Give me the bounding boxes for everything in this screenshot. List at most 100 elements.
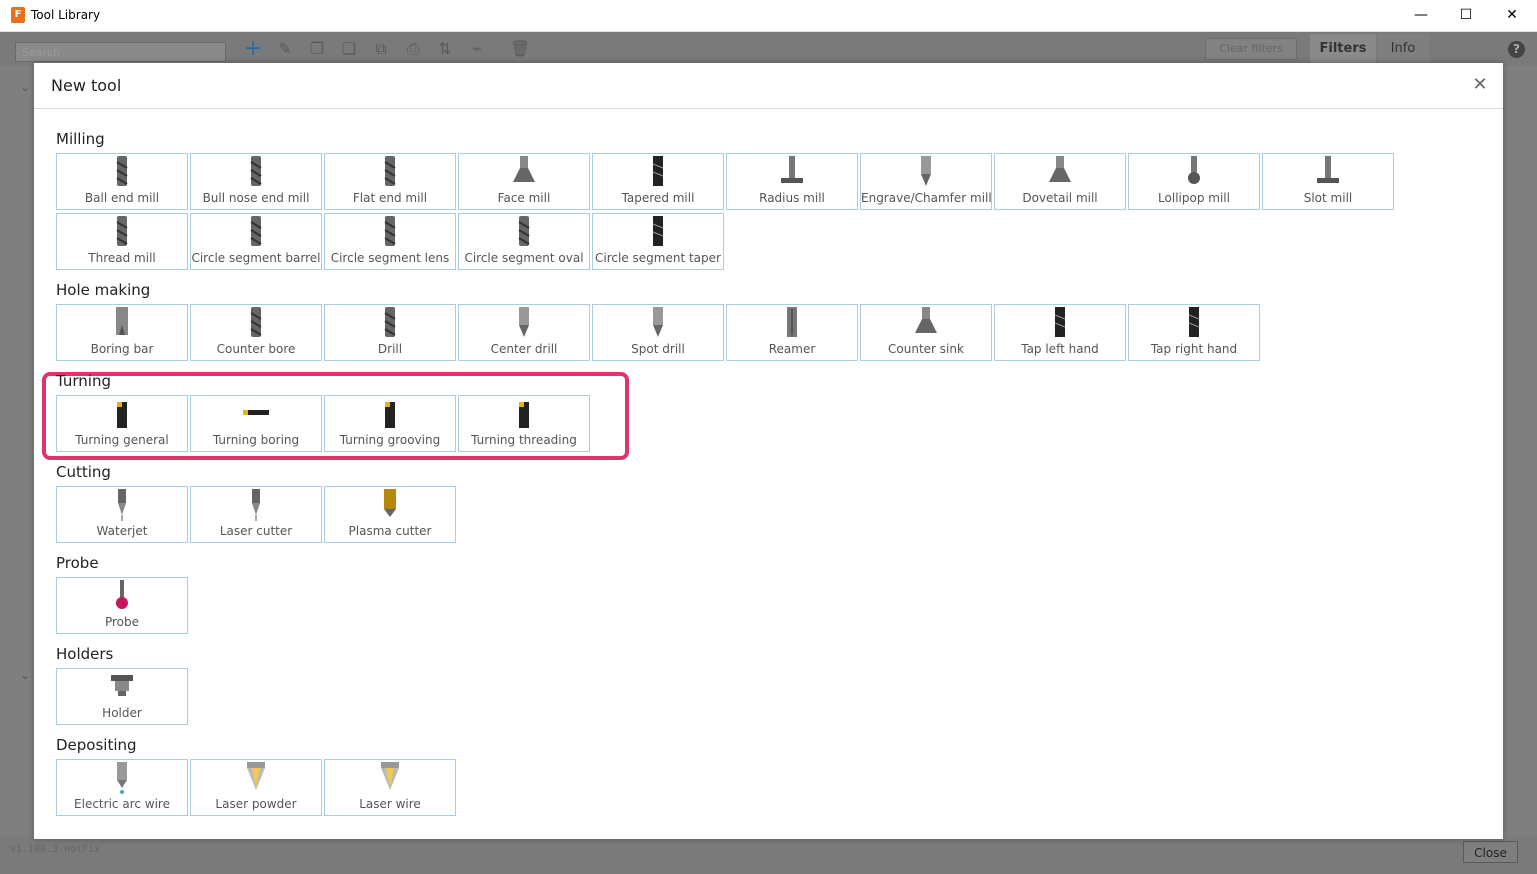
print-icon[interactable]: ⎙ <box>404 40 422 58</box>
tool-button-boring-bar[interactable]: Boring bar <box>56 304 188 361</box>
tool-button-spot-drill[interactable]: Spot drill <box>592 304 724 361</box>
slot-mill-icon <box>1313 156 1343 188</box>
dovetail-mill-icon <box>1045 156 1075 188</box>
tool-button-drill[interactable]: Drill <box>324 304 456 361</box>
flat-end-mill-icon <box>375 156 405 188</box>
tool-button-tap-left-hand[interactable]: Tap left hand <box>994 304 1126 361</box>
copy-icon[interactable]: ❐ <box>308 40 326 58</box>
center-drill-icon <box>509 307 539 339</box>
tool-button-circle-segment-oval[interactable]: Circle segment oval <box>458 213 590 270</box>
duplicate-icon[interactable]: ⧉ <box>372 40 390 58</box>
tool-label: Counter sink <box>888 342 964 356</box>
section-title-milling: Milling <box>56 130 105 148</box>
tool-button-probe[interactable]: Probe <box>56 577 188 634</box>
tool-button-center-drill[interactable]: Center drill <box>458 304 590 361</box>
tab-filters[interactable]: Filters <box>1310 34 1376 64</box>
tool-button-dovetail-mill[interactable]: Dovetail mill <box>994 153 1126 210</box>
waterjet-icon <box>107 489 137 521</box>
tool-label: Thread mill <box>88 251 156 265</box>
tool-button-tap-right-hand[interactable]: Tap right hand <box>1128 304 1260 361</box>
chevron-down-icon: ⌄ <box>20 668 31 682</box>
tab-info[interactable]: Info <box>1377 34 1429 64</box>
version-label: v1.100.3-HotFix <box>10 844 101 855</box>
milling-grid: Ball end mill Bull nose end mill Flat end … <box>56 153 1416 270</box>
add-icon[interactable]: + <box>244 38 262 60</box>
tool-label: Dovetail mill <box>1022 191 1098 205</box>
tool-button-flat-end-mill[interactable]: Flat end mill <box>324 153 456 210</box>
tool-button-ball-end-mill[interactable]: Ball end mill <box>56 153 188 210</box>
tool-button-circle-segment-lens[interactable]: Circle segment lens <box>324 213 456 270</box>
tool-button-reamer[interactable]: Reamer <box>726 304 858 361</box>
tool-label: Counter bore <box>216 342 296 356</box>
tool-button-radius-mill[interactable]: Radius mill <box>726 153 858 210</box>
tool-label: Circle segment lens <box>330 251 450 265</box>
tool-label: Circle segment taper <box>595 251 721 265</box>
tool-button-slot-mill[interactable]: Slot mill <box>1262 153 1394 210</box>
tool-button-turning-boring[interactable]: Turning boring <box>190 395 322 452</box>
tool-button-electric-arc-wire[interactable]: Electric arc wire <box>56 759 188 816</box>
section-title-probe: Probe <box>56 554 99 572</box>
tap-right-hand-icon <box>1179 307 1209 339</box>
boring-bar-icon <box>107 307 137 339</box>
clear-filters-button[interactable]: Clear filters <box>1205 38 1297 60</box>
tool-button-turning-grooving[interactable]: Turning grooving <box>324 395 456 452</box>
tool-label: Turning threading <box>471 433 577 447</box>
tool-label: Probe <box>104 615 140 629</box>
dialog-title: New tool <box>51 76 122 95</box>
electric-arc-wire-icon <box>107 762 137 794</box>
circle-segment-barrel-icon <box>241 216 271 248</box>
help-icon[interactable]: ? <box>1508 41 1525 58</box>
tool-label: Center drill <box>490 342 558 356</box>
window-close-button[interactable]: ✕ <box>1489 0 1535 31</box>
dialog-close-icon[interactable]: ✕ <box>1470 75 1490 95</box>
tool-button-counter-sink[interactable]: Counter sink <box>860 304 992 361</box>
tool-label: Lollipop mill <box>1158 191 1230 205</box>
status-bar: v1.100.3-HotFix Close <box>0 836 1537 874</box>
tool-button-holder[interactable]: Holder <box>56 668 188 725</box>
tool-button-counter-bore[interactable]: Counter bore <box>190 304 322 361</box>
search-input[interactable]: Search <box>15 42 226 62</box>
face-mill-icon <box>509 156 539 188</box>
tool-button-laser-wire[interactable]: Laser wire <box>324 759 456 816</box>
renumber-icon[interactable]: ⇅ <box>436 40 454 58</box>
tool-button-bull-nose-end-mill[interactable]: Bull nose end mill <box>190 153 322 210</box>
tool-label: Spot drill <box>631 342 685 356</box>
counter-bore-icon <box>241 307 271 339</box>
depositing-grid: Electric arc wire Laser powder Laser wire <box>56 759 1416 816</box>
tool-button-face-mill[interactable]: Face mill <box>458 153 590 210</box>
tool-label: Tap right hand <box>1150 342 1238 356</box>
tool-button-turning-threading[interactable]: Turning threading <box>458 395 590 452</box>
tapered-mill-icon <box>643 156 673 188</box>
brush-icon[interactable]: ⌁ <box>468 40 486 58</box>
tool-label: Face mill <box>497 191 551 205</box>
reamer-icon <box>777 307 807 339</box>
tool-button-circle-segment-barrel[interactable]: Circle segment barrel <box>190 213 322 270</box>
tool-button-lollipop-mill[interactable]: Lollipop mill <box>1128 153 1260 210</box>
drill-icon <box>375 307 405 339</box>
edit-icon[interactable]: ✎ <box>276 40 294 58</box>
tool-button-engrave-chamfer-mill[interactable]: Engrave/Chamfer mill <box>860 153 992 210</box>
tool-button-tapered-mill[interactable]: Tapered mill <box>592 153 724 210</box>
tool-label: Drill <box>377 342 403 356</box>
tool-button-thread-mill[interactable]: Thread mill <box>56 213 188 270</box>
tool-button-plasma-cutter[interactable]: Plasma cutter <box>324 486 456 543</box>
tool-label: Bull nose end mill <box>202 191 310 205</box>
tool-label: Reamer <box>768 342 816 356</box>
tool-label: Circle segment oval <box>464 251 584 265</box>
tool-label: Plasma cutter <box>348 524 432 538</box>
tool-button-waterjet[interactable]: Waterjet <box>56 486 188 543</box>
maximize-button[interactable]: ☐ <box>1443 0 1489 31</box>
laser-wire-icon <box>375 762 405 794</box>
tool-button-laser-cutter[interactable]: Laser cutter <box>190 486 322 543</box>
circle-segment-oval-icon <box>509 216 539 248</box>
paste-icon[interactable]: ❏ <box>340 40 358 58</box>
tool-label: Turning grooving <box>339 433 441 447</box>
tool-button-laser-powder[interactable]: Laser powder <box>190 759 322 816</box>
close-button[interactable]: Close <box>1463 841 1518 863</box>
tool-label: Slot mill <box>1303 191 1353 205</box>
delete-icon[interactable]: 🗑 <box>510 40 530 58</box>
minimize-button[interactable]: — <box>1398 0 1444 31</box>
tool-button-turning-general[interactable]: Turning general <box>56 395 188 452</box>
thread-mill-icon <box>107 216 137 248</box>
tool-button-circle-segment-taper[interactable]: Circle segment taper <box>592 213 724 270</box>
